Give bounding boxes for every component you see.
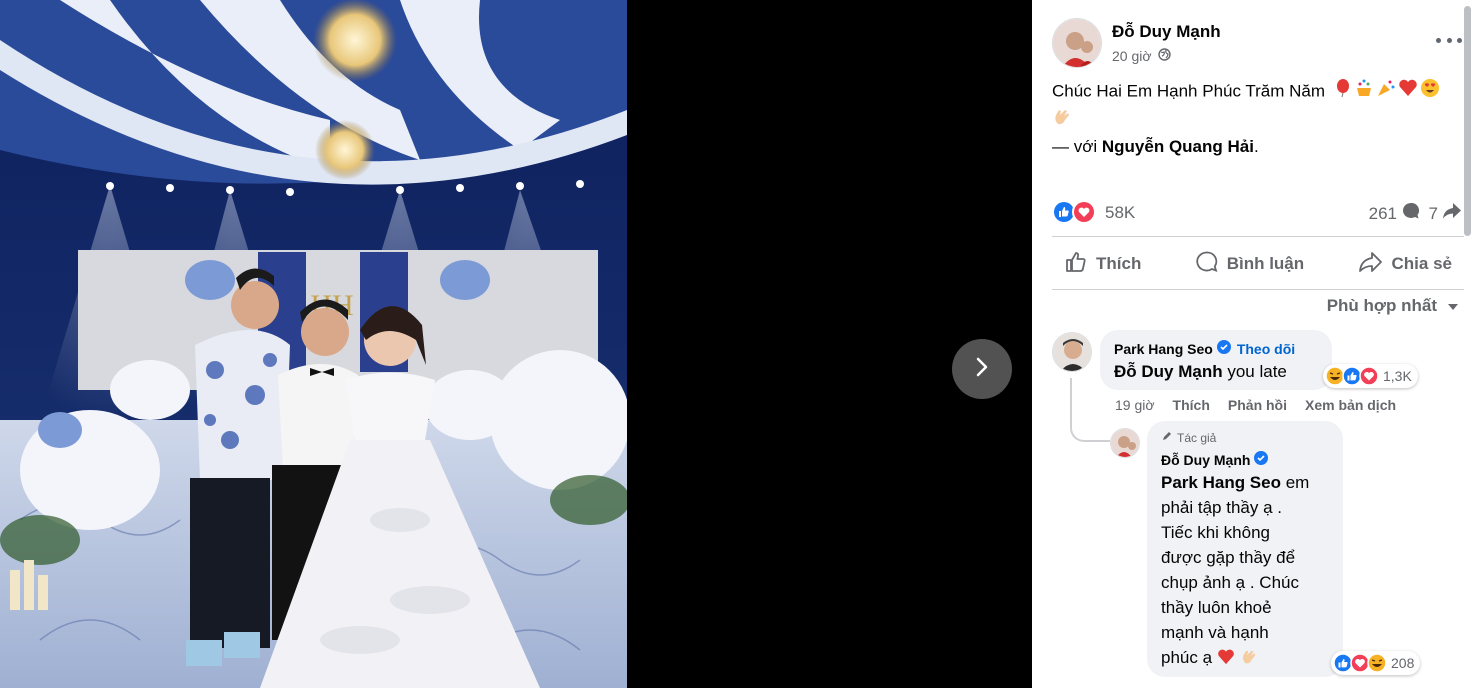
wedding-photo[interactable]: HH	[0, 0, 627, 688]
post-emojis	[1334, 78, 1440, 106]
post-time-text[interactable]: 20 giờ	[1112, 48, 1152, 64]
reply-line: phúc ạ	[1161, 648, 1213, 667]
author-avatar[interactable]	[1052, 18, 1102, 68]
comment-bubble: Park Hang Seo Theo dõi Đỗ Duy Mạnh you l…	[1100, 330, 1332, 390]
comment-actions: 19 giờ Thích Phản hồi Xem bản dịch	[1115, 397, 1396, 413]
red-heart-icon	[1398, 78, 1418, 106]
post-text: Chúc Hai Em Hạnh Phúc Trăm Năm	[1052, 78, 1462, 134]
post-author[interactable]: Đỗ Duy Mạnh	[1112, 22, 1221, 42]
globe-icon	[1157, 48, 1171, 64]
comment-label: Bình luận	[1226, 254, 1305, 273]
scrollbar[interactable]	[1464, 6, 1471, 236]
post-header: Đỗ Duy Mạnh 20 giờ	[1052, 18, 1462, 70]
share-arrow-icon	[1442, 202, 1462, 225]
comment-reactions[interactable]: 1,3K	[1323, 364, 1418, 388]
reaction-icons[interactable]	[1052, 200, 1096, 224]
love-reaction-icon	[1072, 200, 1096, 224]
post-time: 20 giờ	[1112, 48, 1171, 64]
reply-author[interactable]: Đỗ Duy Mạnh	[1161, 451, 1269, 468]
shares-count-text: 7	[1428, 203, 1438, 223]
post-stats: 58K 261 7	[1052, 198, 1464, 226]
follow-link[interactable]: Theo dõi	[1237, 341, 1295, 357]
share-icon	[1358, 250, 1384, 279]
post-panel: Đỗ Duy Mạnh 20 giờ Chúc Hai Em Hạnh Phúc…	[1032, 0, 1473, 688]
comment-author-name: Park Hang Seo	[1114, 340, 1213, 357]
comment-reply-link[interactable]: Phản hồi	[1228, 397, 1287, 413]
haha-reaction-icon	[1367, 653, 1387, 673]
comment-button[interactable]: Bình luận	[1183, 240, 1316, 288]
like-label: Thích	[1096, 254, 1142, 273]
divider	[1052, 289, 1464, 290]
tag-suffix: .	[1253, 137, 1259, 156]
tagged-person[interactable]: Nguyễn Quang Hải	[1102, 137, 1254, 156]
commenter-avatar[interactable]	[1052, 332, 1092, 372]
reply-line: chụp ảnh ạ . Chúc	[1161, 573, 1299, 592]
dot-icon	[1446, 37, 1452, 43]
next-photo-button[interactable]	[952, 339, 1012, 399]
reply-author-name: Đỗ Duy Mạnh	[1161, 451, 1251, 468]
more-options-button[interactable]	[1436, 30, 1462, 50]
reply-mention[interactable]: Park Hang Seo	[1161, 473, 1281, 492]
comments-count-text: 261	[1368, 203, 1397, 223]
like-button[interactable]: Thích	[1052, 240, 1153, 288]
comment-sort-dropdown[interactable]: Phù hợp nhất	[1327, 296, 1459, 316]
confetti-ball-icon	[1354, 78, 1374, 106]
reply-line: được gặp thầy để	[1161, 548, 1296, 567]
reply-text: Park Hang Seo em phải tập thầy ạ . Tiếc …	[1161, 470, 1337, 670]
shares-count[interactable]: 7	[1429, 202, 1462, 225]
verified-badge-icon	[1254, 451, 1269, 468]
reply-line: thầy luôn khoẻ	[1161, 598, 1272, 617]
reactions-count[interactable]: 58K	[1105, 203, 1135, 223]
pencil-icon	[1161, 430, 1173, 445]
caret-down-icon	[1447, 296, 1459, 316]
clapping-hands-icon	[1052, 110, 1072, 130]
comment-body: you late	[1222, 362, 1287, 381]
red-heart-icon	[1217, 648, 1235, 667]
tag-prefix: — với	[1052, 137, 1098, 156]
clapping-hands-icon	[1240, 648, 1258, 667]
verified-badge-icon	[1216, 340, 1231, 357]
reply-line: mạnh và hạnh	[1161, 623, 1269, 642]
thumbs-up-icon	[1064, 250, 1088, 279]
chevron-right-icon	[971, 356, 993, 383]
post-actions: Thích Bình luận Chia sẻ	[1052, 240, 1464, 288]
comment-header: Park Hang Seo Theo dõi	[1114, 340, 1295, 357]
love-reaction-icon	[1359, 366, 1379, 386]
comment-author[interactable]: Park Hang Seo	[1114, 340, 1231, 357]
reply-line: phải tập thầy ạ .	[1161, 498, 1282, 517]
share-button[interactable]: Chia sẻ	[1346, 240, 1464, 288]
reply-reactions[interactable]: 208	[1331, 651, 1421, 675]
balloon-icon	[1334, 78, 1352, 106]
reply-reaction-count: 208	[1391, 655, 1415, 671]
share-label: Chia sẻ	[1391, 254, 1452, 273]
comment-mention[interactable]: Đỗ Duy Mạnh	[1114, 362, 1223, 381]
author-badge: Tác giả	[1161, 430, 1216, 445]
post-tagged: — với Nguyễn Quang Hải.	[1052, 134, 1259, 160]
reply-line: em	[1281, 473, 1310, 492]
divider	[1052, 236, 1464, 237]
comment-time[interactable]: 19 giờ	[1115, 397, 1155, 413]
comment-reaction-count: 1,3K	[1383, 368, 1412, 384]
post-text-content: Chúc Hai Em Hạnh Phúc Trăm Năm	[1052, 81, 1326, 101]
reply-header: Đỗ Duy Mạnh	[1161, 451, 1269, 470]
dot-icon	[1436, 37, 1441, 43]
dot-icon	[1457, 37, 1462, 43]
author-badge-label: Tác giả	[1177, 430, 1217, 445]
comments-count[interactable]: 261	[1369, 202, 1420, 225]
reply-bubble: Tác giả Đỗ Duy Mạnh Park Hang Seo em phả…	[1147, 421, 1343, 677]
comment-translate-link[interactable]: Xem bản dịch	[1305, 397, 1396, 413]
photo-viewer: HH	[0, 0, 1032, 688]
reply-thread-line	[1070, 378, 1110, 442]
comment-text: Đỗ Duy Mạnh you late	[1114, 359, 1287, 384]
comment-like-link[interactable]: Thích	[1173, 397, 1210, 413]
comment-bubble-icon	[1402, 202, 1420, 225]
sort-label: Phù hợp nhất	[1326, 296, 1437, 315]
reply-line: Tiếc khi không	[1161, 523, 1270, 542]
reply-avatar[interactable]	[1110, 428, 1140, 458]
party-popper-icon	[1376, 78, 1396, 106]
comment-icon	[1195, 250, 1219, 279]
heart-eyes-icon	[1420, 78, 1440, 106]
